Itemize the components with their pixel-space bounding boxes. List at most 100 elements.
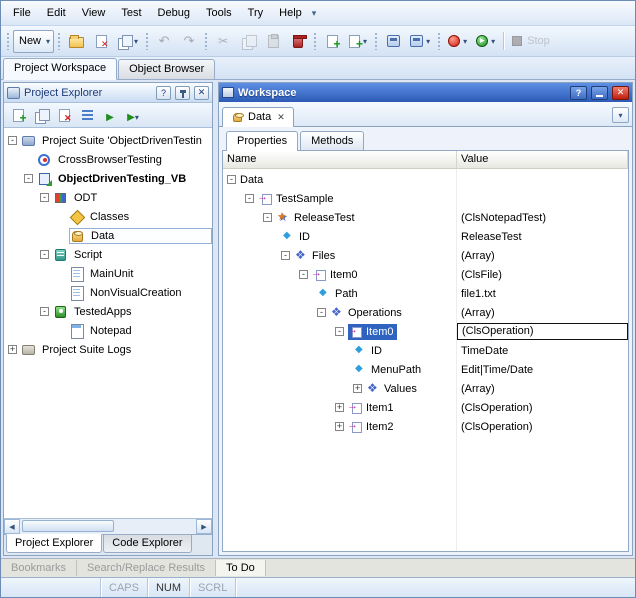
tab-object-browser[interactable]: Object Browser	[118, 59, 215, 79]
scrollbar-track[interactable]	[20, 519, 196, 534]
expand-toggle[interactable]: -	[263, 213, 272, 222]
grid-row-id[interactable]: ID ReleaseTest	[223, 227, 628, 246]
panel-close-button[interactable]: ✕	[194, 86, 209, 100]
tree-item-project-suite-logs[interactable]: + Project Suite Logs	[4, 340, 212, 359]
scroll-right-button[interactable]: ▶	[196, 519, 212, 534]
expand-toggle[interactable]: -	[227, 175, 236, 184]
horizontal-scrollbar[interactable]: ◀ ▶	[4, 518, 212, 534]
row-value-focused[interactable]: (ClsOperation)	[457, 323, 628, 340]
menu-file[interactable]: File	[5, 3, 39, 23]
scroll-left-button[interactable]: ◀	[4, 519, 20, 534]
pe-run-button[interactable]	[100, 105, 120, 125]
options-button[interactable]	[406, 30, 434, 53]
workspace-minimize-button[interactable]	[591, 86, 608, 100]
tree-item-notepad[interactable]: Notepad	[4, 321, 212, 340]
pe-run-dropdown-icon[interactable]	[135, 108, 139, 123]
tab-methods[interactable]: Methods	[300, 131, 364, 151]
menu-edit[interactable]: Edit	[39, 3, 74, 23]
record-button[interactable]	[444, 30, 471, 53]
record-dropdown-icon[interactable]	[463, 35, 467, 47]
menu-debug[interactable]: Debug	[150, 3, 198, 23]
workspace-close-button[interactable]: ✕	[612, 86, 629, 100]
tree-item-crossbrowsertesting[interactable]: CrossBrowserTesting	[4, 150, 212, 169]
tree-item-project-suite[interactable]: - Project Suite 'ObjectDrivenTestin	[4, 131, 212, 150]
tree-item-mainunit[interactable]: MainUnit	[4, 264, 212, 283]
save-dropdown-icon[interactable]	[134, 35, 138, 47]
grid-row-op-id[interactable]: ID TimeDate	[223, 341, 628, 360]
panels-button[interactable]	[381, 30, 405, 53]
grid-row-releasetest[interactable]: - ReleaseTest (ClsNotepadTest)	[223, 208, 628, 227]
tree-item-data[interactable]: Data	[4, 226, 212, 245]
menu-try[interactable]: Try	[240, 3, 271, 23]
new-dropdown-icon[interactable]	[46, 35, 50, 47]
expand-toggle[interactable]: +	[335, 403, 344, 412]
tree-item-odt[interactable]: - ODT	[4, 188, 212, 207]
grid-row-item1[interactable]: + Item1 (ClsOperation)	[223, 398, 628, 417]
run-button[interactable]	[472, 30, 499, 53]
tab-project-workspace[interactable]: Project Workspace	[3, 58, 117, 80]
add-new-item-button[interactable]	[320, 30, 344, 53]
expand-toggle[interactable]: -	[281, 251, 290, 260]
tree-item-objectdriventesting-vb[interactable]: - ObjectDrivenTesting_VB	[4, 169, 212, 188]
pe-add-item-button[interactable]	[8, 105, 28, 125]
column-header-value[interactable]: Value	[457, 151, 628, 168]
delete-button[interactable]	[286, 30, 310, 53]
expand-toggle[interactable]: -	[40, 193, 49, 202]
new-button[interactable]: New	[13, 30, 54, 53]
expand-toggle[interactable]: -	[40, 250, 49, 259]
expand-toggle[interactable]: -	[299, 270, 308, 279]
expand-toggle[interactable]: -	[40, 307, 49, 316]
grid-row-path[interactable]: Path file1.txt	[223, 284, 628, 303]
panel-help-button[interactable]: ?	[156, 86, 171, 100]
grid-row-item2[interactable]: + Item2 (ClsOperation)	[223, 417, 628, 436]
grid-row-testsample[interactable]: - TestSample	[223, 189, 628, 208]
grid-row-files[interactable]: - Files (Array)	[223, 246, 628, 265]
expand-toggle[interactable]: -	[24, 174, 33, 183]
panel-pin-button[interactable]	[175, 86, 190, 100]
add-existing-item-button[interactable]	[345, 30, 371, 53]
menu-tools[interactable]: Tools	[198, 3, 240, 23]
pe-properties-button[interactable]	[77, 105, 97, 125]
grid-row-operations[interactable]: - Operations (Array)	[223, 303, 628, 322]
tab-code-explorer[interactable]: Code Explorer	[103, 535, 191, 553]
tab-bookmarks[interactable]: Bookmarks	[1, 560, 77, 576]
scrollbar-thumb[interactable]	[22, 520, 114, 532]
tree-item-classes[interactable]: Classes	[4, 207, 212, 226]
grid-row-menupath[interactable]: MenuPath Edit|Time/Date	[223, 360, 628, 379]
tab-data[interactable]: Data ✕	[222, 107, 294, 127]
tab-project-explorer[interactable]: Project Explorer	[6, 534, 102, 553]
add-dropdown-icon[interactable]	[363, 35, 367, 47]
expand-toggle[interactable]: -	[317, 308, 326, 317]
menu-overflow-chevron-icon[interactable]: ▾	[312, 8, 317, 19]
tab-search-replace-results[interactable]: Search/Replace Results	[77, 560, 216, 576]
expand-toggle[interactable]: +	[8, 345, 17, 354]
expand-toggle[interactable]: -	[335, 327, 344, 336]
tree-item-nonvisualcreation[interactable]: NonVisualCreation	[4, 283, 212, 302]
grid-row-item0-operation-selected[interactable]: - Item0 (ClsOperation)	[223, 322, 628, 341]
tree-item-script[interactable]: - Script	[4, 245, 212, 264]
column-header-name[interactable]: Name	[223, 151, 457, 168]
workspace-help-button[interactable]: ?	[570, 86, 587, 100]
menu-view[interactable]: View	[74, 3, 114, 23]
expand-toggle[interactable]: +	[335, 422, 344, 431]
expand-toggle[interactable]: -	[245, 194, 254, 203]
grid-row-item0-file[interactable]: - Item0 (ClsFile)	[223, 265, 628, 284]
row-value	[457, 198, 628, 200]
pe-run-project-button[interactable]	[123, 105, 143, 125]
save-copy-button[interactable]	[114, 30, 142, 53]
tab-list-dropdown-button[interactable]	[612, 107, 629, 123]
grid-row-values[interactable]: + Values (Array)	[223, 379, 628, 398]
run-dropdown-icon[interactable]	[491, 35, 495, 47]
menu-help[interactable]: Help	[271, 3, 310, 23]
expand-toggle[interactable]: +	[353, 384, 362, 393]
open-button[interactable]	[64, 30, 88, 53]
grid-row-data[interactable]: - Data	[223, 170, 628, 189]
tab-properties[interactable]: Properties	[226, 131, 298, 151]
menu-test[interactable]: Test	[113, 3, 149, 23]
close-file-button[interactable]	[89, 30, 113, 53]
expand-toggle[interactable]: -	[8, 136, 17, 145]
tab-close-icon[interactable]: ✕	[277, 112, 285, 123]
tab-to-do[interactable]: To Do	[216, 560, 266, 576]
options-dropdown-icon[interactable]	[426, 35, 430, 47]
tree-item-testedapps[interactable]: - TestedApps	[4, 302, 212, 321]
